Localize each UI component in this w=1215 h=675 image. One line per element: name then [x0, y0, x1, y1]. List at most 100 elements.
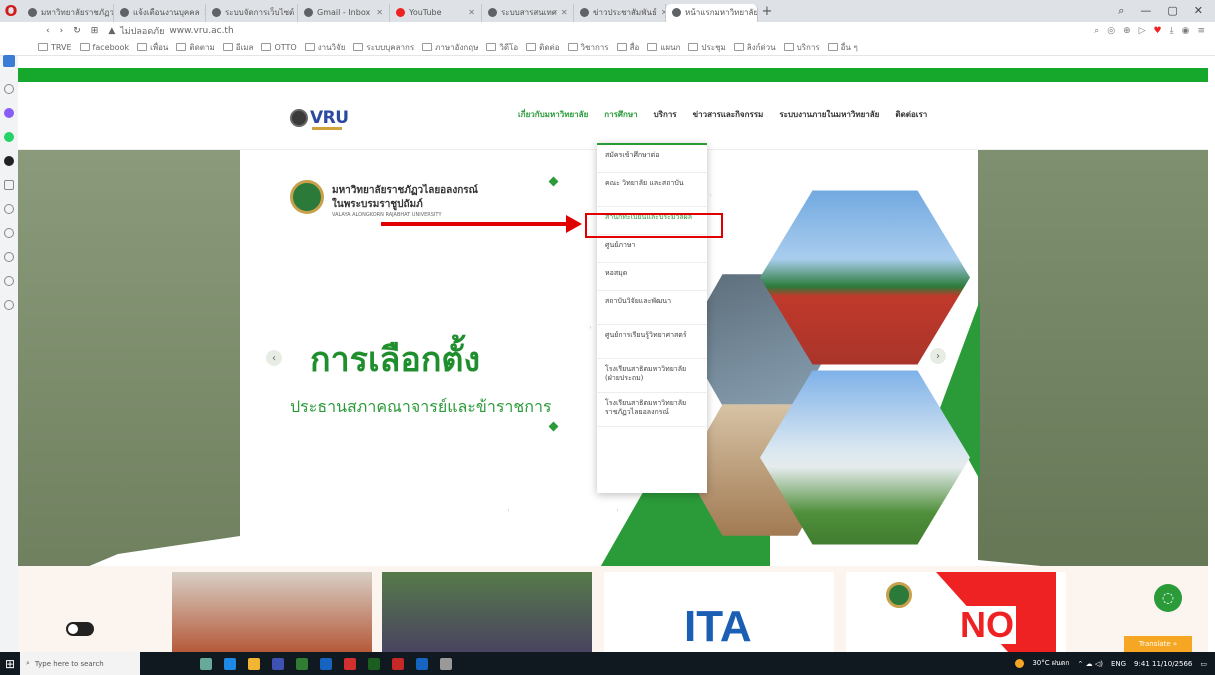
translate-button[interactable]: Translate » — [1124, 636, 1192, 652]
browser-tab[interactable]: YouTube ✕ — [390, 3, 482, 22]
browser-tab[interactable]: ข่าวประชาสัมพันธ์✕ — [574, 3, 666, 22]
news-card-photo[interactable] — [382, 572, 592, 652]
bookmark-item[interactable]: อีเมล — [223, 41, 254, 54]
browser-tab[interactable]: ระบบจัดการเว็บไซต์✕ — [206, 3, 298, 22]
bookmark-item[interactable]: facebook — [80, 43, 130, 52]
bookmark-item[interactable]: TRVE — [38, 43, 72, 52]
excel-icon[interactable] — [296, 657, 308, 670]
ita-banner[interactable]: ITA — [604, 572, 834, 652]
tray-icons[interactable]: ⌃ ☁ ◁) — [1078, 660, 1103, 668]
download-icon[interactable]: ⤓ — [1170, 26, 1174, 36]
dropdown-item[interactable]: หอสมุด — [597, 263, 707, 291]
browser-tab[interactable]: มหาวิทยาลัยราชภัฏวไลยฯ✕ — [22, 3, 114, 22]
slider-prev-button[interactable]: ‹ — [266, 350, 282, 366]
spreadsheet-icon[interactable] — [368, 657, 380, 670]
star-icon[interactable] — [4, 84, 14, 94]
profile-icon[interactable]: ◉ — [1182, 26, 1190, 36]
location-icon[interactable] — [4, 300, 14, 310]
powerpoint-icon[interactable] — [344, 657, 356, 670]
player-icon[interactable]: ▷ — [1139, 26, 1146, 36]
dropdown-item[interactable]: สมัครเข้าศึกษาต่อ — [597, 145, 707, 173]
search-tabs-icon[interactable]: ⌕ — [1118, 4, 1124, 18]
extensions-icon[interactable]: ⊕ — [1123, 26, 1131, 36]
menu-item-education[interactable]: การศึกษา — [604, 108, 637, 121]
windows-start-icon[interactable]: ⊞ — [0, 652, 20, 675]
edge-icon[interactable] — [224, 657, 236, 670]
bookmark-item[interactable]: ติดตาม — [176, 41, 214, 54]
store-icon[interactable] — [272, 657, 284, 670]
opera-taskbar-icon[interactable] — [392, 657, 404, 670]
ie-icon[interactable] — [320, 657, 332, 670]
opera-logo-icon[interactable]: O — [0, 0, 22, 22]
bookmark-item[interactable]: ภาษาอังกฤษ — [422, 41, 478, 54]
site-logo[interactable]: VRU — [290, 108, 349, 130]
slider-next-button[interactable]: › — [930, 348, 946, 364]
new-tab-button[interactable]: + — [758, 4, 776, 19]
file-explorer-icon[interactable] — [248, 657, 260, 670]
dropdown-item[interactable]: ศูนย์การเรียนรู้วิทยาศาสตร์ — [597, 325, 707, 359]
heart-icon[interactable]: ♥ — [1154, 26, 1162, 36]
chat-icon[interactable]: ◌ — [1154, 584, 1182, 612]
close-tab-icon[interactable]: ✕ — [468, 8, 475, 17]
news-card-photo[interactable] — [172, 572, 372, 652]
bookmark-item[interactable]: บริการ — [784, 41, 820, 54]
menu-item-services[interactable]: บริการ — [654, 108, 677, 121]
menu-item-internal-systems[interactable]: ระบบงานภายในมหาวิทยาลัย — [779, 108, 879, 121]
bookmark-item[interactable]: วิชาการ — [568, 41, 609, 54]
word-icon[interactable] — [416, 657, 428, 670]
speed-dial-icon[interactable]: ⊞ — [91, 26, 99, 36]
bookmark-item[interactable]: วิดีโอ — [486, 41, 518, 54]
workspace-icon[interactable] — [4, 180, 14, 190]
menu-item-about[interactable]: เกี่ยวกับมหาวิทยาลัย — [518, 108, 588, 121]
taskbar-search[interactable]: ⌕ Type here to search — [20, 652, 140, 675]
bookmark-item[interactable]: อื่น ๆ — [828, 41, 858, 54]
dropdown-item[interactable]: โรงเรียนสาธิตมหาวิทยาลัย (ฝ่ายประถม) — [597, 359, 707, 393]
instagram-icon[interactable] — [4, 156, 14, 166]
bookmark-item[interactable]: ระบบบุคลากร — [353, 41, 414, 54]
language-indicator[interactable]: ENG — [1111, 660, 1126, 668]
weather-icon[interactable] — [1015, 659, 1025, 668]
url-field[interactable]: ▲ ไม่ปลอดภัย www.vru.ac.th — [108, 24, 233, 38]
bookmark-item[interactable]: OTTO — [261, 43, 296, 52]
search-icon[interactable]: ⌕ — [1094, 26, 1099, 36]
weather-text[interactable]: 30°C ฝนตก — [1032, 658, 1069, 669]
dark-mode-toggle[interactable] — [66, 622, 94, 636]
minimize-icon[interactable]: — — [1140, 4, 1151, 18]
forward-icon[interactable]: › — [60, 26, 64, 36]
bookmark-item[interactable]: แผนก — [647, 41, 680, 54]
browser-tab-active[interactable]: หน้าแรกมหาวิทยาลัย - ยกเว้น✕ — [666, 3, 758, 22]
browser-tab[interactable]: ระบบสารสนเทศ ✕ — [482, 3, 574, 22]
dropdown-item[interactable]: คณะ วิทยาลัย และสถาบัน — [597, 173, 707, 207]
bookmark-item[interactable]: ติดต่อ — [526, 41, 559, 54]
dropdown-item[interactable]: โรงเรียนสาธิตมหาวิทยาลัย ราชภัฏวไลยอลงกร… — [597, 393, 707, 427]
player-icon[interactable] — [4, 204, 14, 214]
bookmark-item[interactable]: งานวิจัย — [305, 41, 346, 54]
close-tab-icon[interactable]: ✕ — [376, 8, 383, 17]
menu-item-news[interactable]: ข่าวสารและกิจกรรม — [693, 108, 764, 121]
menu-item-contact[interactable]: ติดต่อเรา — [895, 108, 927, 121]
bookmark-item[interactable]: ประชุม — [688, 41, 725, 54]
back-icon[interactable]: ‹ — [46, 26, 50, 36]
whatsapp-icon[interactable] — [4, 132, 14, 142]
dropdown-item[interactable]: ศูนย์ภาษา — [597, 235, 707, 263]
settings-icon[interactable] — [4, 276, 14, 286]
menu-icon[interactable]: ≡ — [1197, 26, 1205, 36]
bookmark-item[interactable]: ลิงก์ด่วน — [734, 41, 776, 54]
messenger-icon[interactable] — [4, 108, 14, 118]
clock[interactable]: 9:41 11/10/2566 — [1134, 660, 1192, 668]
no-gift-banner[interactable]: NO — [846, 572, 1066, 652]
history-icon[interactable] — [4, 252, 14, 262]
browser-tab[interactable]: Gmail - Inbox ✕ — [298, 3, 390, 22]
reload-icon[interactable]: ↻ — [73, 26, 81, 36]
close-window-icon[interactable]: ✕ — [1194, 4, 1203, 18]
heart-outline-icon[interactable] — [4, 228, 14, 238]
sidebar-toggle-icon[interactable] — [3, 55, 15, 67]
maximize-icon[interactable]: ▢ — [1167, 4, 1177, 18]
snapshot-icon[interactable]: ◎ — [1107, 26, 1115, 36]
bookmark-item[interactable]: สื่อ — [617, 41, 640, 54]
notification-icon[interactable]: ▭ — [1200, 660, 1207, 668]
task-view-icon[interactable] — [200, 657, 212, 670]
bookmark-item[interactable]: เพื่อน — [137, 41, 168, 54]
close-tab-icon[interactable]: ✕ — [561, 8, 568, 17]
photos-icon[interactable] — [440, 657, 452, 670]
